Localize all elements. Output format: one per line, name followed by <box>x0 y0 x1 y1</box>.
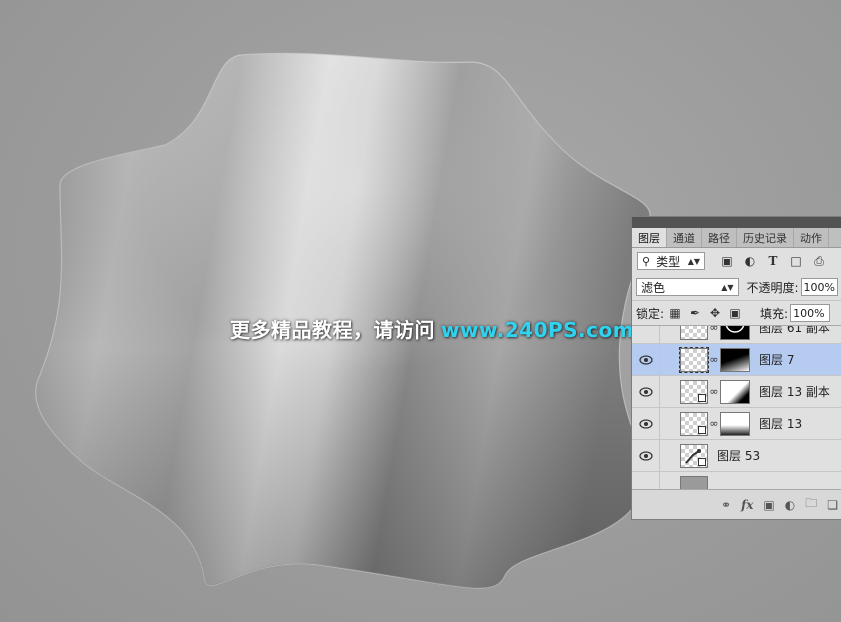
tab-paths[interactable]: 路径 <box>702 228 737 247</box>
lock-all-icon[interactable]: ▣ <box>728 306 742 320</box>
filter-label: 类型 <box>656 254 681 269</box>
layer-filter-select[interactable]: ⚲ 类型 ▲▼ <box>637 252 705 270</box>
layer-row[interactable]: ∞ 图层 13 <box>632 407 841 440</box>
lock-move-icon[interactable]: ✥ <box>708 306 722 320</box>
new-layer-icon[interactable]: ❏ <box>827 498 838 512</box>
tab-history[interactable]: 历史记录 <box>737 228 794 247</box>
link-icon[interactable]: ∞ <box>708 353 720 366</box>
fill-input[interactable]: 100% <box>790 304 831 322</box>
search-icon: ⚲ <box>642 254 651 268</box>
layer-name[interactable]: 图层 7 <box>759 351 794 368</box>
layer-name[interactable]: 图层 61 副本 <box>759 326 830 336</box>
layer-mask-thumbnail <box>720 347 750 372</box>
lock-icons: ▦ ✒ ✥ ▣ <box>668 306 742 320</box>
layers-panel: 图层 通道 路径 历史记录 动作 ⚲ 类型 ▲▼ ▣ ◐ T □ ⎙ 滤色 ▲▼… <box>631 216 841 520</box>
layer-thumbnail <box>680 443 708 468</box>
shape-filter-icon[interactable]: □ <box>788 253 804 269</box>
blend-mode-value: 滤色 <box>641 280 666 295</box>
tab-actions[interactable]: 动作 <box>794 228 829 247</box>
visibility-toggle[interactable] <box>632 326 660 344</box>
link-icon[interactable]: ∞ <box>708 326 720 334</box>
lock-transparent-icon[interactable]: ▦ <box>668 306 682 320</box>
layer-name[interactable]: 图层 13 <box>759 415 802 432</box>
layer-name[interactable]: 图层 53 <box>717 447 760 464</box>
smart-object-icon <box>698 393 706 402</box>
adjustment-filter-icon[interactable]: ◐ <box>742 253 758 269</box>
watermark-text: 更多精品教程，请访问 www.240PS.com <box>230 314 634 343</box>
blend-row: 滤色 ▲▼ 不透明度: 100% <box>632 274 841 300</box>
layer-row[interactable]: ∞ 图层 13 副本 <box>632 375 841 408</box>
eye-icon <box>638 450 653 461</box>
visibility-toggle[interactable] <box>632 375 660 408</box>
smart-object-filter-icon[interactable]: ⎙ <box>811 253 827 269</box>
layer-name[interactable]: 图层 13 副本 <box>759 383 830 400</box>
layer-filter-row: ⚲ 类型 ▲▼ ▣ ◐ T □ ⎙ <box>632 248 841 274</box>
layer-mask-thumbnail <box>720 379 750 404</box>
lock-label: 锁定: <box>636 306 665 321</box>
link-layers-icon[interactable]: ⚭ <box>721 498 731 512</box>
type-filter-icon[interactable]: T <box>765 253 781 269</box>
watermark-url: www.240PS.com <box>441 318 635 342</box>
panel-grip[interactable] <box>632 217 841 228</box>
image-filter-icon[interactable]: ▣ <box>719 253 735 269</box>
folder-icon[interactable]: 🗀 <box>805 494 817 515</box>
layer-thumbnail <box>680 379 708 404</box>
smart-object-icon <box>698 457 706 466</box>
panel-tabbar: 图层 通道 路径 历史记录 动作 <box>632 228 841 248</box>
layer-row[interactable]: 图层 53 <box>632 439 841 472</box>
eye-icon <box>638 418 653 429</box>
layer-row-selected[interactable]: ∞ 图层 7 <box>632 343 841 376</box>
tab-layers[interactable]: 图层 <box>632 228 667 247</box>
link-icon[interactable]: ∞ <box>708 417 720 430</box>
adjustment-layer-icon[interactable]: ◐ <box>785 498 795 512</box>
layer-list[interactable]: ∞ 图层 61 副本 ∞ 图层 7 ∞ 图层 13 副本 ∞ 图层 13 图层 … <box>632 325 841 496</box>
layer-thumbnail <box>680 411 708 436</box>
lock-brush-icon[interactable]: ✒ <box>688 306 702 320</box>
visibility-toggle[interactable] <box>632 407 660 440</box>
eye-icon <box>638 354 653 365</box>
tab-channels[interactable]: 通道 <box>667 228 702 247</box>
visibility-toggle[interactable] <box>632 439 660 472</box>
link-icon[interactable]: ∞ <box>708 385 720 398</box>
panel-footer: ⚭ fx ▣ ◐ 🗀 ❏ <box>632 489 841 519</box>
visibility-toggle[interactable] <box>632 343 660 376</box>
lock-row: 锁定: ▦ ✒ ✥ ▣ 填充: 100% <box>632 300 841 325</box>
opacity-input[interactable]: 100% <box>800 278 838 296</box>
chevron-updown-icon: ▲▼ <box>687 256 700 266</box>
add-mask-icon[interactable]: ▣ <box>763 498 774 512</box>
layer-row[interactable]: ∞ 图层 61 副本 <box>632 326 841 344</box>
filter-icons: ▣ ◐ T □ ⎙ <box>719 253 827 269</box>
layer-thumbnail <box>680 326 708 340</box>
watermark-cn: 更多精品教程，请访问 <box>230 318 435 342</box>
eye-icon <box>638 386 653 397</box>
chevron-updown-icon: ▲▼ <box>721 282 734 292</box>
fx-icon[interactable]: fx <box>741 498 753 512</box>
opacity-label: 不透明度: <box>746 280 799 295</box>
blend-mode-select[interactable]: 滤色 ▲▼ <box>636 278 739 296</box>
fill-label: 填充: <box>760 306 789 321</box>
layer-mask-thumbnail <box>720 326 750 340</box>
smart-object-icon <box>698 425 706 434</box>
layer-mask-thumbnail <box>720 411 750 436</box>
layer-thumbnail <box>679 346 709 373</box>
